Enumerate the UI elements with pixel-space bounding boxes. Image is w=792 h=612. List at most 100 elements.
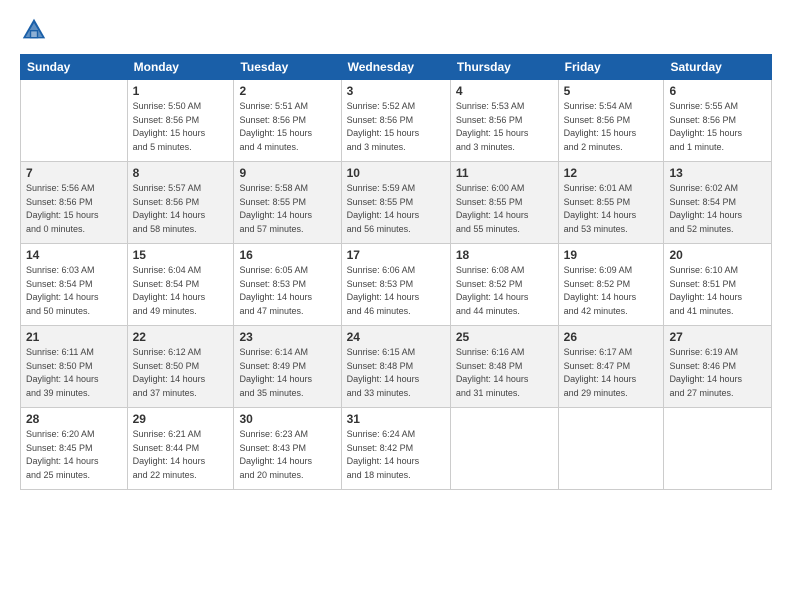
day-number: 29 — [133, 412, 229, 426]
logo — [20, 16, 52, 44]
day-info: Sunrise: 5:58 AM Sunset: 8:55 PM Dayligh… — [239, 182, 335, 236]
day-number: 26 — [564, 330, 659, 344]
calendar-cell: 2 Sunrise: 5:51 AM Sunset: 8:56 PM Daylig… — [234, 80, 341, 162]
day-number: 16 — [239, 248, 335, 262]
day-number: 28 — [26, 412, 122, 426]
day-info: Sunrise: 5:55 AM Sunset: 8:56 PM Dayligh… — [669, 100, 766, 154]
day-info: Sunrise: 6:17 AM Sunset: 8:47 PM Dayligh… — [564, 346, 659, 400]
day-number: 24 — [347, 330, 445, 344]
calendar-cell: 29 Sunrise: 6:21 AM Sunset: 8:44 PM Dayli… — [127, 408, 234, 490]
day-of-week-sunday: Sunday — [21, 55, 128, 80]
calendar-cell: 5 Sunrise: 5:54 AM Sunset: 8:56 PM Daylig… — [558, 80, 664, 162]
calendar-cell: 30 Sunrise: 6:23 AM Sunset: 8:43 PM Dayli… — [234, 408, 341, 490]
day-info: Sunrise: 6:05 AM Sunset: 8:53 PM Dayligh… — [239, 264, 335, 318]
day-info: Sunrise: 6:06 AM Sunset: 8:53 PM Dayligh… — [347, 264, 445, 318]
day-number: 12 — [564, 166, 659, 180]
calendar-cell — [21, 80, 128, 162]
calendar-cell: 14 Sunrise: 6:03 AM Sunset: 8:54 PM Dayli… — [21, 244, 128, 326]
day-info: Sunrise: 6:03 AM Sunset: 8:54 PM Dayligh… — [26, 264, 122, 318]
day-of-week-saturday: Saturday — [664, 55, 772, 80]
day-number: 8 — [133, 166, 229, 180]
calendar-cell: 18 Sunrise: 6:08 AM Sunset: 8:52 PM Dayli… — [450, 244, 558, 326]
day-info: Sunrise: 6:02 AM Sunset: 8:54 PM Dayligh… — [669, 182, 766, 236]
calendar-cell: 6 Sunrise: 5:55 AM Sunset: 8:56 PM Daylig… — [664, 80, 772, 162]
day-info: Sunrise: 5:53 AM Sunset: 8:56 PM Dayligh… — [456, 100, 553, 154]
calendar-cell: 19 Sunrise: 6:09 AM Sunset: 8:52 PM Dayli… — [558, 244, 664, 326]
calendar-cell: 16 Sunrise: 6:05 AM Sunset: 8:53 PM Dayli… — [234, 244, 341, 326]
day-info: Sunrise: 5:54 AM Sunset: 8:56 PM Dayligh… — [564, 100, 659, 154]
day-of-week-thursday: Thursday — [450, 55, 558, 80]
day-number: 7 — [26, 166, 122, 180]
day-number: 20 — [669, 248, 766, 262]
day-number: 10 — [347, 166, 445, 180]
logo-icon — [20, 16, 48, 44]
week-row-5: 28 Sunrise: 6:20 AM Sunset: 8:45 PM Dayli… — [21, 408, 772, 490]
day-info: Sunrise: 5:57 AM Sunset: 8:56 PM Dayligh… — [133, 182, 229, 236]
calendar-cell — [450, 408, 558, 490]
day-number: 15 — [133, 248, 229, 262]
calendar-cell: 27 Sunrise: 6:19 AM Sunset: 8:46 PM Dayli… — [664, 326, 772, 408]
calendar-cell: 31 Sunrise: 6:24 AM Sunset: 8:42 PM Dayli… — [341, 408, 450, 490]
day-info: Sunrise: 6:09 AM Sunset: 8:52 PM Dayligh… — [564, 264, 659, 318]
day-number: 30 — [239, 412, 335, 426]
calendar-cell: 1Sunrise: 5:50 AM Sunset: 8:56 PM Daylig… — [127, 80, 234, 162]
day-number: 4 — [456, 84, 553, 98]
week-row-4: 21Sunrise: 6:11 AM Sunset: 8:50 PM Dayli… — [21, 326, 772, 408]
calendar-cell: 8 Sunrise: 5:57 AM Sunset: 8:56 PM Daylig… — [127, 162, 234, 244]
day-number: 6 — [669, 84, 766, 98]
calendar-cell: 12 Sunrise: 6:01 AM Sunset: 8:55 PM Dayli… — [558, 162, 664, 244]
calendar-header-row: SundayMondayTuesdayWednesdayThursdayFrid… — [21, 55, 772, 80]
day-info: Sunrise: 6:08 AM Sunset: 8:52 PM Dayligh… — [456, 264, 553, 318]
day-info: Sunrise: 6:19 AM Sunset: 8:46 PM Dayligh… — [669, 346, 766, 400]
day-info: Sunrise: 6:21 AM Sunset: 8:44 PM Dayligh… — [133, 428, 229, 482]
day-number: 25 — [456, 330, 553, 344]
day-number: 3 — [347, 84, 445, 98]
week-row-1: 1Sunrise: 5:50 AM Sunset: 8:56 PM Daylig… — [21, 80, 772, 162]
day-info: Sunrise: 5:51 AM Sunset: 8:56 PM Dayligh… — [239, 100, 335, 154]
week-row-2: 7 Sunrise: 5:56 AM Sunset: 8:56 PM Daylig… — [21, 162, 772, 244]
calendar-cell: 21Sunrise: 6:11 AM Sunset: 8:50 PM Dayli… — [21, 326, 128, 408]
calendar-cell: 13 Sunrise: 6:02 AM Sunset: 8:54 PM Dayli… — [664, 162, 772, 244]
calendar-cell: 20Sunrise: 6:10 AM Sunset: 8:51 PM Dayli… — [664, 244, 772, 326]
day-number: 1 — [133, 84, 229, 98]
day-number: 2 — [239, 84, 335, 98]
calendar-cell: 22Sunrise: 6:12 AM Sunset: 8:50 PM Dayli… — [127, 326, 234, 408]
calendar-table: SundayMondayTuesdayWednesdayThursdayFrid… — [20, 54, 772, 490]
day-number: 17 — [347, 248, 445, 262]
calendar-cell: 25Sunrise: 6:16 AM Sunset: 8:48 PM Dayli… — [450, 326, 558, 408]
day-number: 22 — [133, 330, 229, 344]
calendar-cell: 23 Sunrise: 6:14 AM Sunset: 8:49 PM Dayli… — [234, 326, 341, 408]
day-info: Sunrise: 6:24 AM Sunset: 8:42 PM Dayligh… — [347, 428, 445, 482]
day-number: 18 — [456, 248, 553, 262]
calendar-cell: 24 Sunrise: 6:15 AM Sunset: 8:48 PM Dayli… — [341, 326, 450, 408]
calendar-cell: 10 Sunrise: 5:59 AM Sunset: 8:55 PM Dayli… — [341, 162, 450, 244]
day-number: 14 — [26, 248, 122, 262]
day-info: Sunrise: 6:11 AM Sunset: 8:50 PM Dayligh… — [26, 346, 122, 400]
day-number: 19 — [564, 248, 659, 262]
week-row-3: 14 Sunrise: 6:03 AM Sunset: 8:54 PM Dayli… — [21, 244, 772, 326]
day-number: 23 — [239, 330, 335, 344]
calendar-cell: 28 Sunrise: 6:20 AM Sunset: 8:45 PM Dayli… — [21, 408, 128, 490]
day-info: Sunrise: 5:52 AM Sunset: 8:56 PM Dayligh… — [347, 100, 445, 154]
day-info: Sunrise: 5:59 AM Sunset: 8:55 PM Dayligh… — [347, 182, 445, 236]
calendar-cell: 4 Sunrise: 5:53 AM Sunset: 8:56 PM Daylig… — [450, 80, 558, 162]
calendar-cell — [558, 408, 664, 490]
day-info: Sunrise: 6:01 AM Sunset: 8:55 PM Dayligh… — [564, 182, 659, 236]
calendar-cell — [664, 408, 772, 490]
calendar-cell: 9Sunrise: 5:58 AM Sunset: 8:55 PM Daylig… — [234, 162, 341, 244]
calendar-cell: 11Sunrise: 6:00 AM Sunset: 8:55 PM Dayli… — [450, 162, 558, 244]
day-number: 31 — [347, 412, 445, 426]
day-of-week-monday: Monday — [127, 55, 234, 80]
day-info: Sunrise: 6:23 AM Sunset: 8:43 PM Dayligh… — [239, 428, 335, 482]
page: SundayMondayTuesdayWednesdayThursdayFrid… — [0, 0, 792, 612]
day-number: 5 — [564, 84, 659, 98]
day-info: Sunrise: 6:14 AM Sunset: 8:49 PM Dayligh… — [239, 346, 335, 400]
day-number: 13 — [669, 166, 766, 180]
day-number: 11 — [456, 166, 553, 180]
day-info: Sunrise: 5:56 AM Sunset: 8:56 PM Dayligh… — [26, 182, 122, 236]
day-info: Sunrise: 6:20 AM Sunset: 8:45 PM Dayligh… — [26, 428, 122, 482]
calendar-cell: 3 Sunrise: 5:52 AM Sunset: 8:56 PM Daylig… — [341, 80, 450, 162]
day-info: Sunrise: 6:15 AM Sunset: 8:48 PM Dayligh… — [347, 346, 445, 400]
day-number: 27 — [669, 330, 766, 344]
day-info: Sunrise: 6:04 AM Sunset: 8:54 PM Dayligh… — [133, 264, 229, 318]
